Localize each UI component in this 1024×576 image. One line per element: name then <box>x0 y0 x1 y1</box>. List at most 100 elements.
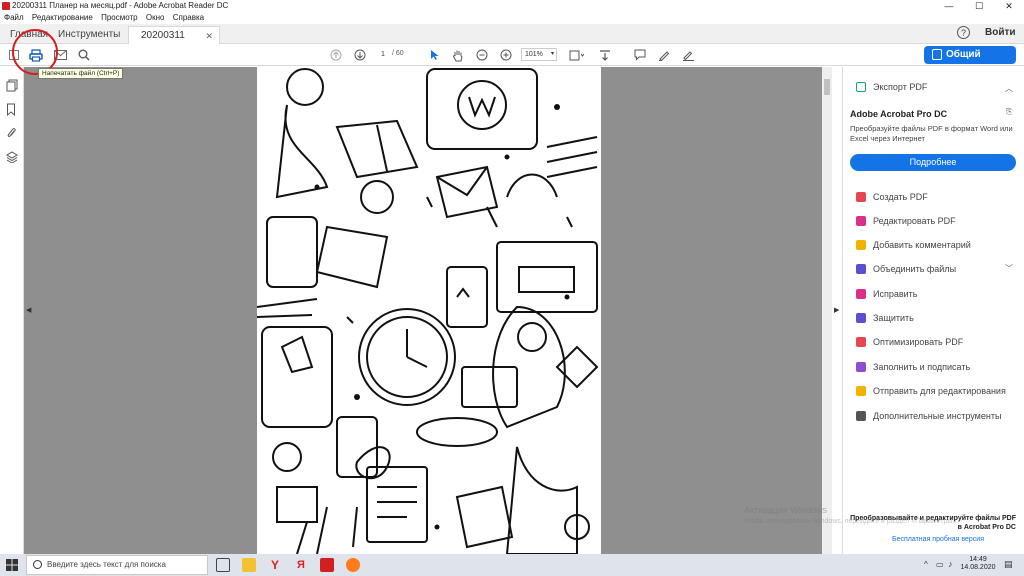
tool-icon <box>856 411 866 421</box>
clock-date: 14.08.2020 <box>960 564 996 571</box>
tool-item[interactable]: Объединить файлы <box>856 262 956 276</box>
share-icon <box>932 49 942 60</box>
page-up-icon[interactable] <box>328 47 344 63</box>
volume-icon[interactable]: ♪ <box>948 559 953 569</box>
tool-item[interactable]: Добавить комментарий <box>856 238 971 252</box>
tool-item[interactable]: Исправить <box>856 287 917 301</box>
maximize-button[interactable]: ☐ <box>964 0 994 12</box>
export-pdf-header[interactable]: Экспорт PDF <box>856 80 927 94</box>
pdf-page[interactable] <box>257 67 601 554</box>
network-icon[interactable]: ▭ <box>936 560 944 569</box>
export-pdf-label: Экспорт PDF <box>873 82 928 92</box>
zoom-value: 101% <box>525 51 543 58</box>
highlight-pen-icon[interactable] <box>656 47 672 63</box>
menu-edit[interactable]: Редактирование <box>32 13 93 22</box>
page-thumbnails-icon[interactable] <box>6 79 18 92</box>
promo-description: Преобразуйте файлы PDF в формат Word или… <box>850 124 1013 143</box>
menu-help[interactable]: Справка <box>173 13 204 22</box>
title-bar: 20200311 Планер на месяц.pdf - Adobe Acr… <box>0 0 1024 12</box>
page-fit-icon[interactable] <box>566 47 586 63</box>
task-view-icon[interactable] <box>216 558 230 572</box>
menu-file[interactable]: Файл <box>4 13 24 22</box>
tab-close-icon[interactable]: ✕ <box>205 27 213 45</box>
scrollbar-thumb[interactable] <box>824 79 830 95</box>
windows-start-icon[interactable] <box>6 559 18 571</box>
print-tooltip: Напечатать файл (Ctrl+P) <box>38 68 124 79</box>
layers-icon[interactable] <box>6 151 18 164</box>
attach-icon[interactable]: ⎘ <box>1006 107 1012 117</box>
sign-icon[interactable] <box>680 47 696 63</box>
zoom-in-icon[interactable] <box>498 47 514 63</box>
tool-label: Создать PDF <box>873 192 928 202</box>
page-number-input[interactable] <box>374 48 392 61</box>
tool-icon <box>856 337 866 347</box>
tool-label: Редактировать PDF <box>873 216 956 226</box>
zoom-select[interactable]: 101% ▾ <box>521 48 557 61</box>
system-tray-chevron-icon[interactable]: ^ <box>924 560 928 569</box>
tool-item[interactable]: Создать PDF <box>856 190 928 204</box>
tool-item[interactable]: Защитить <box>856 311 914 325</box>
coloring-page-illustration <box>257 68 599 554</box>
tool-label: Дополнительные инструменты <box>873 411 1002 421</box>
tool-icon <box>856 362 866 372</box>
tab-tools[interactable]: Инструменты <box>58 26 120 44</box>
tab-document[interactable]: 20200311 Планер ... ✕ <box>128 26 220 59</box>
tool-icon <box>856 264 866 274</box>
bookmarks-icon[interactable] <box>6 103 18 117</box>
menu-bar: Файл Редактирование Просмотр Окно Справк… <box>0 12 1024 24</box>
tool-label: Заполнить и подписать <box>873 362 971 372</box>
tool-label: Исправить <box>873 289 918 299</box>
taskbar-clock[interactable]: 14:49 14.08.2020 <box>958 556 998 572</box>
tool-label: Оптимизировать PDF <box>873 337 964 347</box>
page-down-icon[interactable] <box>352 47 368 63</box>
windows-taskbar: Введите здесь текст для поиска Y Я ^ ▭ ♪… <box>0 554 1024 576</box>
chevron-down-icon: ▾ <box>550 51 554 57</box>
tool-item[interactable]: Дополнительные инструменты <box>856 409 1001 423</box>
hand-tool-icon[interactable] <box>450 47 466 63</box>
tool-icon <box>856 313 866 323</box>
acrobat-taskbar-icon[interactable] <box>320 558 334 572</box>
attachments-icon[interactable] <box>6 127 18 139</box>
more-info-button[interactable]: Подробнее <box>850 154 1016 171</box>
tool-icon <box>856 386 866 396</box>
windows-activation-watermark-detail: Чтобы активировать Windows, перейдите в … <box>744 518 959 525</box>
promo-title: Adobe Acrobat Pro DC <box>850 109 948 119</box>
tool-icon <box>856 289 866 299</box>
select-cursor-icon[interactable] <box>428 47 442 63</box>
taskbar-search-box[interactable]: Введите здесь текст для поиска <box>26 555 208 575</box>
yandex-icon[interactable]: Я <box>294 558 308 572</box>
window-title: 20200311 Планер на месяц.pdf - Adobe Acr… <box>12 1 229 10</box>
menu-view[interactable]: Просмотр <box>101 13 138 22</box>
comment-icon[interactable] <box>632 47 648 63</box>
close-window-button[interactable]: ✕ <box>994 0 1024 12</box>
tool-item[interactable]: Отправить для редактирования <box>856 384 1006 398</box>
free-trial-link[interactable]: Бесплатная пробная версия <box>892 536 984 543</box>
menu-window[interactable]: Окно <box>146 13 165 22</box>
notifications-icon[interactable]: ▤ <box>1004 559 1013 570</box>
firefox-icon[interactable] <box>346 558 360 572</box>
windows-activation-watermark: Активация Windows <box>744 505 827 515</box>
chevron-down-icon[interactable]: ﹀ <box>1005 263 1014 274</box>
search-icon[interactable] <box>76 47 92 63</box>
scroll-mode-icon[interactable] <box>597 47 613 63</box>
yandex-browser-icon[interactable]: Y <box>268 558 282 572</box>
chevron-up-icon[interactable]: ︿ <box>1005 83 1014 94</box>
share-button[interactable]: Общий доступ <box>924 46 1016 78</box>
collapse-left-pane-icon[interactable]: ◀ <box>26 306 31 314</box>
search-icon <box>33 560 42 569</box>
minimize-button[interactable]: — <box>934 0 964 12</box>
vertical-scrollbar[interactable] <box>822 67 832 554</box>
zoom-out-icon[interactable] <box>474 47 490 63</box>
tool-label: Защитить <box>873 313 914 323</box>
tool-label: Отправить для редактирования <box>873 386 1006 396</box>
collapse-right-pane-icon[interactable]: ▶ <box>834 306 839 314</box>
tab-bar: Главная Инструменты 20200311 Планер ... … <box>0 24 1024 59</box>
signin-button[interactable]: Войти <box>985 27 1016 38</box>
tool-item[interactable]: Оптимизировать PDF <box>856 335 963 349</box>
tool-item[interactable]: Заполнить и подписать <box>856 360 970 374</box>
export-pdf-icon <box>856 82 866 92</box>
help-icon[interactable]: ? <box>957 26 970 39</box>
file-explorer-icon[interactable] <box>242 558 256 572</box>
tool-item[interactable]: Редактировать PDF <box>856 214 956 228</box>
clock-time: 14:49 <box>969 556 987 563</box>
